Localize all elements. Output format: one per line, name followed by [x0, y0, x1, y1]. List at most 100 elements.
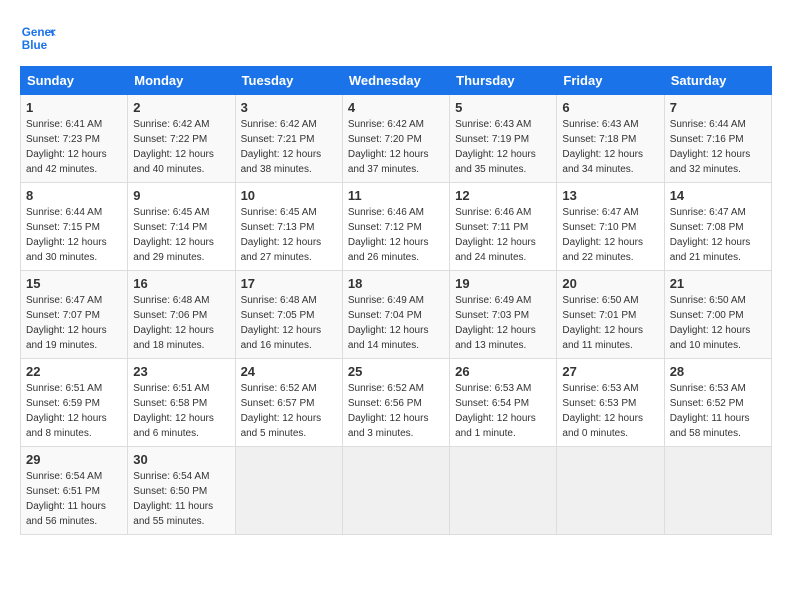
calendar-cell: 21 Sunrise: 6:50 AMSunset: 7:00 PMDaylig… [664, 271, 771, 359]
day-info: Sunrise: 6:51 AMSunset: 6:58 PMDaylight:… [133, 383, 214, 439]
calendar-cell: 25 Sunrise: 6:52 AMSunset: 6:56 PMDaylig… [342, 359, 449, 447]
day-info: Sunrise: 6:46 AMSunset: 7:12 PMDaylight:… [348, 207, 429, 263]
calendar-cell: 14 Sunrise: 6:47 AMSunset: 7:08 PMDaylig… [664, 183, 771, 271]
calendar-cell: 7 Sunrise: 6:44 AMSunset: 7:16 PMDayligh… [664, 95, 771, 183]
calendar-cell: 8 Sunrise: 6:44 AMSunset: 7:15 PMDayligh… [21, 183, 128, 271]
header-saturday: Saturday [664, 67, 771, 95]
calendar-cell: 19 Sunrise: 6:49 AMSunset: 7:03 PMDaylig… [450, 271, 557, 359]
header-monday: Monday [128, 67, 235, 95]
day-info: Sunrise: 6:44 AMSunset: 7:16 PMDaylight:… [670, 119, 751, 175]
page-header: General Blue [20, 20, 772, 56]
day-info: Sunrise: 6:46 AMSunset: 7:11 PMDaylight:… [455, 207, 536, 263]
day-info: Sunrise: 6:42 AMSunset: 7:20 PMDaylight:… [348, 119, 429, 175]
day-number: 20 [562, 276, 658, 291]
calendar-cell: 22 Sunrise: 6:51 AMSunset: 6:59 PMDaylig… [21, 359, 128, 447]
day-info: Sunrise: 6:53 AMSunset: 6:53 PMDaylight:… [562, 383, 643, 439]
day-number: 11 [348, 188, 444, 203]
day-info: Sunrise: 6:52 AMSunset: 6:57 PMDaylight:… [241, 383, 322, 439]
day-number: 4 [348, 100, 444, 115]
calendar-cell: 16 Sunrise: 6:48 AMSunset: 7:06 PMDaylig… [128, 271, 235, 359]
day-number: 7 [670, 100, 766, 115]
day-info: Sunrise: 6:47 AMSunset: 7:08 PMDaylight:… [670, 207, 751, 263]
day-number: 12 [455, 188, 551, 203]
day-number: 17 [241, 276, 337, 291]
week-row-1: 1 Sunrise: 6:41 AMSunset: 7:23 PMDayligh… [21, 95, 772, 183]
day-info: Sunrise: 6:41 AMSunset: 7:23 PMDaylight:… [26, 119, 107, 175]
calendar-cell: 15 Sunrise: 6:47 AMSunset: 7:07 PMDaylig… [21, 271, 128, 359]
day-number: 9 [133, 188, 229, 203]
calendar-cell: 20 Sunrise: 6:50 AMSunset: 7:01 PMDaylig… [557, 271, 664, 359]
day-info: Sunrise: 6:47 AMSunset: 7:10 PMDaylight:… [562, 207, 643, 263]
day-info: Sunrise: 6:43 AMSunset: 7:18 PMDaylight:… [562, 119, 643, 175]
day-info: Sunrise: 6:52 AMSunset: 6:56 PMDaylight:… [348, 383, 429, 439]
day-info: Sunrise: 6:54 AMSunset: 6:50 PMDaylight:… [133, 471, 213, 527]
calendar-cell [342, 447, 449, 535]
week-row-4: 22 Sunrise: 6:51 AMSunset: 6:59 PMDaylig… [21, 359, 772, 447]
day-number: 3 [241, 100, 337, 115]
day-info: Sunrise: 6:44 AMSunset: 7:15 PMDaylight:… [26, 207, 107, 263]
day-number: 21 [670, 276, 766, 291]
svg-text:Blue: Blue [22, 39, 48, 52]
calendar-cell: 3 Sunrise: 6:42 AMSunset: 7:21 PMDayligh… [235, 95, 342, 183]
day-number: 25 [348, 364, 444, 379]
calendar-cell: 2 Sunrise: 6:42 AMSunset: 7:22 PMDayligh… [128, 95, 235, 183]
day-number: 14 [670, 188, 766, 203]
day-number: 13 [562, 188, 658, 203]
day-info: Sunrise: 6:43 AMSunset: 7:19 PMDaylight:… [455, 119, 536, 175]
calendar-cell: 28 Sunrise: 6:53 AMSunset: 6:52 PMDaylig… [664, 359, 771, 447]
week-row-2: 8 Sunrise: 6:44 AMSunset: 7:15 PMDayligh… [21, 183, 772, 271]
week-row-5: 29 Sunrise: 6:54 AMSunset: 6:51 PMDaylig… [21, 447, 772, 535]
day-number: 18 [348, 276, 444, 291]
day-number: 22 [26, 364, 122, 379]
day-info: Sunrise: 6:53 AMSunset: 6:52 PMDaylight:… [670, 383, 750, 439]
day-info: Sunrise: 6:50 AMSunset: 7:00 PMDaylight:… [670, 295, 751, 351]
calendar-cell: 6 Sunrise: 6:43 AMSunset: 7:18 PMDayligh… [557, 95, 664, 183]
calendar-cell: 26 Sunrise: 6:53 AMSunset: 6:54 PMDaylig… [450, 359, 557, 447]
day-info: Sunrise: 6:48 AMSunset: 7:06 PMDaylight:… [133, 295, 214, 351]
calendar-cell: 5 Sunrise: 6:43 AMSunset: 7:19 PMDayligh… [450, 95, 557, 183]
calendar-cell: 13 Sunrise: 6:47 AMSunset: 7:10 PMDaylig… [557, 183, 664, 271]
calendar-cell: 9 Sunrise: 6:45 AMSunset: 7:14 PMDayligh… [128, 183, 235, 271]
calendar-cell: 30 Sunrise: 6:54 AMSunset: 6:50 PMDaylig… [128, 447, 235, 535]
calendar-cell: 1 Sunrise: 6:41 AMSunset: 7:23 PMDayligh… [21, 95, 128, 183]
week-row-3: 15 Sunrise: 6:47 AMSunset: 7:07 PMDaylig… [21, 271, 772, 359]
day-number: 23 [133, 364, 229, 379]
day-number: 8 [26, 188, 122, 203]
day-info: Sunrise: 6:49 AMSunset: 7:04 PMDaylight:… [348, 295, 429, 351]
day-number: 30 [133, 452, 229, 467]
day-info: Sunrise: 6:51 AMSunset: 6:59 PMDaylight:… [26, 383, 107, 439]
calendar-cell [557, 447, 664, 535]
calendar-cell: 11 Sunrise: 6:46 AMSunset: 7:12 PMDaylig… [342, 183, 449, 271]
day-info: Sunrise: 6:45 AMSunset: 7:13 PMDaylight:… [241, 207, 322, 263]
calendar-cell: 29 Sunrise: 6:54 AMSunset: 6:51 PMDaylig… [21, 447, 128, 535]
calendar-cell: 18 Sunrise: 6:49 AMSunset: 7:04 PMDaylig… [342, 271, 449, 359]
day-number: 24 [241, 364, 337, 379]
calendar-cell: 10 Sunrise: 6:45 AMSunset: 7:13 PMDaylig… [235, 183, 342, 271]
calendar-header-row: SundayMondayTuesdayWednesdayThursdayFrid… [21, 67, 772, 95]
day-number: 1 [26, 100, 122, 115]
day-number: 15 [26, 276, 122, 291]
header-thursday: Thursday [450, 67, 557, 95]
day-info: Sunrise: 6:42 AMSunset: 7:21 PMDaylight:… [241, 119, 322, 175]
header-sunday: Sunday [21, 67, 128, 95]
calendar-cell: 23 Sunrise: 6:51 AMSunset: 6:58 PMDaylig… [128, 359, 235, 447]
day-number: 16 [133, 276, 229, 291]
day-number: 28 [670, 364, 766, 379]
logo: General Blue [20, 20, 56, 56]
day-info: Sunrise: 6:49 AMSunset: 7:03 PMDaylight:… [455, 295, 536, 351]
day-info: Sunrise: 6:50 AMSunset: 7:01 PMDaylight:… [562, 295, 643, 351]
calendar-table: SundayMondayTuesdayWednesdayThursdayFrid… [20, 66, 772, 535]
day-number: 6 [562, 100, 658, 115]
calendar-cell [235, 447, 342, 535]
day-number: 27 [562, 364, 658, 379]
calendar-cell [664, 447, 771, 535]
logo-icon: General Blue [20, 20, 56, 56]
day-info: Sunrise: 6:54 AMSunset: 6:51 PMDaylight:… [26, 471, 106, 527]
header-tuesday: Tuesday [235, 67, 342, 95]
calendar-cell: 27 Sunrise: 6:53 AMSunset: 6:53 PMDaylig… [557, 359, 664, 447]
day-info: Sunrise: 6:47 AMSunset: 7:07 PMDaylight:… [26, 295, 107, 351]
day-info: Sunrise: 6:53 AMSunset: 6:54 PMDaylight:… [455, 383, 536, 439]
calendar-cell: 12 Sunrise: 6:46 AMSunset: 7:11 PMDaylig… [450, 183, 557, 271]
calendar-cell [450, 447, 557, 535]
day-number: 29 [26, 452, 122, 467]
